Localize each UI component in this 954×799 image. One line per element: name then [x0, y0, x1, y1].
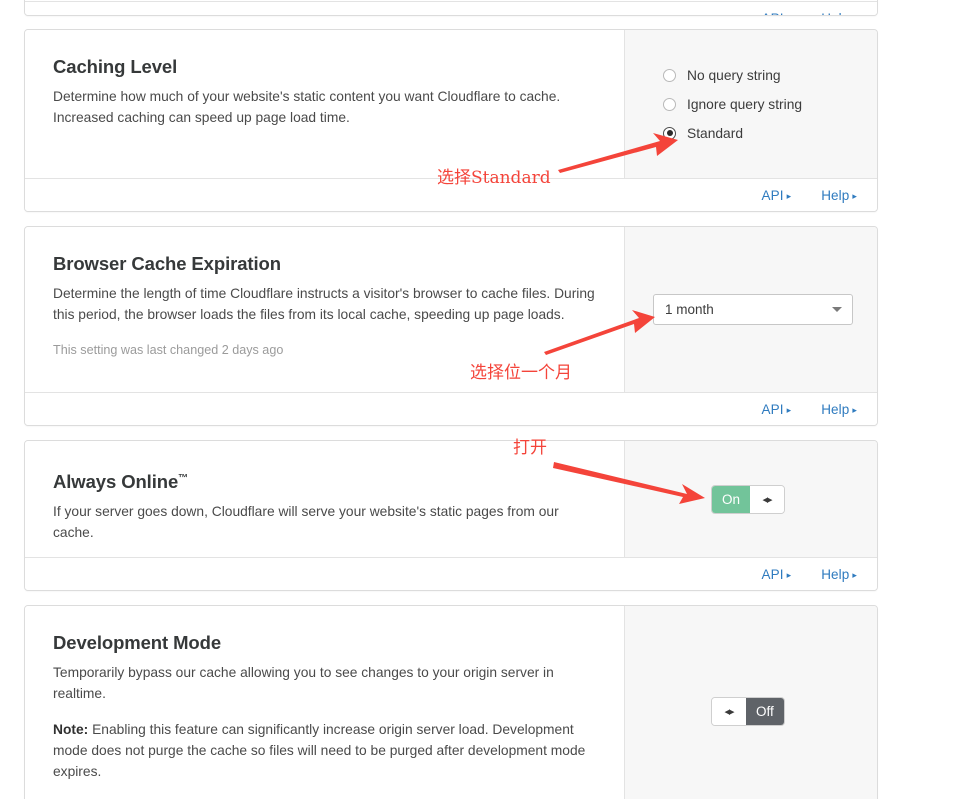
always-online-description: If your server goes down, Cloudflare wil… [53, 504, 559, 540]
radio-icon[interactable] [663, 97, 676, 111]
radio-icon-selected[interactable] [663, 126, 676, 140]
card-browser-cache-expiration: Browser Cache Expiration Determine the l… [24, 226, 878, 426]
browser-cache-description: Determine the length of time Cloudflare … [53, 286, 595, 322]
select-value: 1 month [665, 302, 714, 317]
radio-option-no-query-string[interactable]: No query string [663, 68, 802, 83]
development-mode-info: Development Mode Temporarily bypass our … [25, 606, 625, 799]
api-link-always-online[interactable]: API ▸ [762, 567, 792, 582]
page-title-always-online: Always Online™ [53, 471, 600, 493]
chevron-down-icon [832, 307, 842, 312]
help-link-caching-level[interactable]: Help ▸ [821, 188, 857, 203]
always-online-title-text: Always Online [53, 471, 179, 492]
page-root: API▸ Help▸ Caching Level Determine how m… [0, 0, 954, 799]
caret-icon: ▸ [786, 191, 792, 201]
toggle-handle-icon[interactable]: ◂▸ [712, 697, 746, 725]
toggle-on-segment[interactable]: On [712, 485, 751, 513]
caching-level-control: No query string Ignore query string Stan… [625, 30, 877, 178]
radio-label: Standard [687, 125, 743, 141]
api-link-browser-cache[interactable]: API ▸ [762, 402, 792, 417]
always-online-toggle[interactable]: On ◂▸ [711, 484, 786, 514]
radio-icon[interactable] [663, 68, 676, 82]
card-caching-level: Caching Level Determine how much of your… [24, 29, 878, 212]
caret-icon: ▸ [852, 191, 857, 201]
always-online-control: On ◂▸ [625, 441, 877, 557]
caret-icon: ▸ [852, 570, 857, 580]
browser-cache-last-changed: This setting was last changed 2 days ago [53, 342, 284, 357]
toggle-off-segment[interactable]: Off [746, 697, 784, 725]
card-footer-always-online: API ▸ Help ▸ [25, 557, 877, 590]
toggle-handle-icon[interactable]: ◂▸ [750, 485, 785, 513]
card-partial-top: API▸ Help▸ [24, 0, 878, 16]
api-link-partial[interactable]: API▸ [762, 11, 792, 15]
development-mode-body: Development Mode Temporarily bypass our … [25, 606, 877, 799]
caching-level-radio-group: No query string Ignore query string Stan… [663, 64, 802, 145]
always-online-info: Always Online™ If your server goes down,… [25, 441, 625, 557]
caching-level-description: Determine how much of your website's sta… [53, 89, 561, 125]
card-always-online: Always Online™ If your server goes down,… [24, 440, 878, 591]
note-body: Enabling this feature can significantly … [53, 721, 586, 779]
help-link-always-online[interactable]: Help ▸ [821, 567, 857, 582]
browser-cache-expiration-select[interactable]: 1 month [653, 294, 853, 325]
caret-icon: ▸ [786, 570, 792, 580]
browser-cache-body: Browser Cache Expiration Determine the l… [25, 227, 877, 392]
development-mode-note: Note: Enabling this feature can signific… [53, 720, 600, 783]
caching-level-body: Caching Level Determine how much of your… [25, 30, 877, 178]
radio-label: No query string [687, 67, 781, 83]
development-mode-control: ◂▸ Off [625, 606, 877, 799]
radio-option-standard[interactable]: Standard [663, 126, 802, 141]
browser-cache-control: 1 month [625, 227, 877, 392]
browser-cache-info: Browser Cache Expiration Determine the l… [25, 227, 625, 392]
card-footer-partial: API▸ Help▸ [25, 1, 877, 15]
development-mode-toggle[interactable]: ◂▸ Off [711, 696, 785, 726]
caret-icon: ▸ [786, 405, 792, 415]
caret-icon: ▸ [852, 14, 857, 15]
page-title-caching-level: Caching Level [53, 56, 178, 77]
radio-option-ignore-query-string[interactable]: Ignore query string [663, 97, 802, 112]
card-footer-browser-cache: API ▸ Help ▸ [25, 392, 877, 425]
api-link-caching-level[interactable]: API ▸ [762, 188, 792, 203]
caching-level-info: Caching Level Determine how much of your… [25, 30, 625, 178]
card-footer-caching-level: API ▸ Help ▸ [25, 178, 877, 211]
always-online-body: Always Online™ If your server goes down,… [25, 441, 877, 557]
page-title-browser-cache-expiration: Browser Cache Expiration [53, 253, 281, 274]
page-title-development-mode: Development Mode [53, 632, 222, 653]
note-prefix: Note: [53, 721, 89, 737]
trademark-icon: ™ [178, 472, 189, 484]
development-mode-description: Temporarily bypass our cache allowing yo… [53, 665, 554, 701]
help-link-partial[interactable]: Help▸ [821, 11, 857, 15]
card-development-mode: Development Mode Temporarily bypass our … [24, 605, 878, 799]
radio-label: Ignore query string [687, 96, 803, 112]
help-link-browser-cache[interactable]: Help ▸ [821, 402, 857, 417]
caret-icon: ▸ [852, 405, 857, 415]
caret-icon: ▸ [787, 14, 792, 15]
